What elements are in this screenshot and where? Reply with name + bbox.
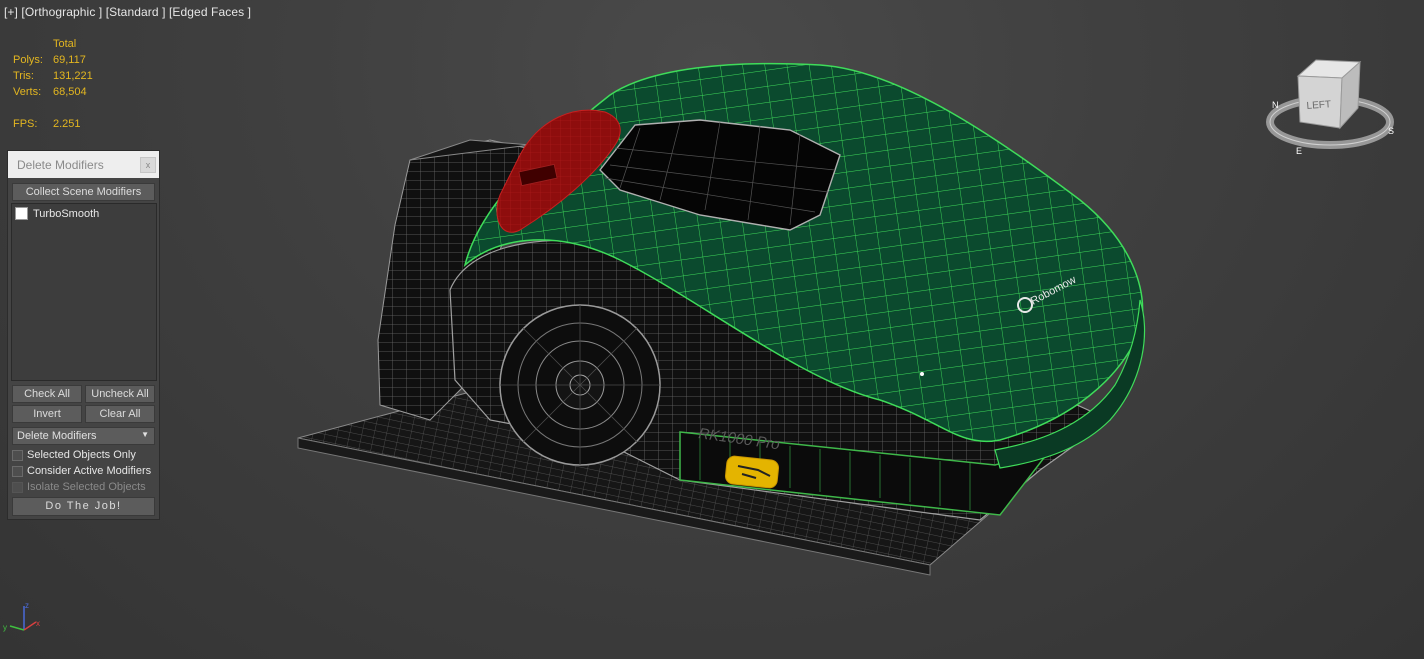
option-consider-active-modifiers[interactable]: Consider Active Modifiers [12,465,151,477]
stats-row-verts: Verts: 68,504 [13,86,87,98]
stats-row-fps: FPS: 2.251 [13,118,81,130]
viewport[interactable]: RK1000 Pro Robomow [+] [Orthographic] [… [0,0,1424,659]
yellow-display-label [724,455,780,489]
viewport-label[interactable]: [+] [Orthographic ] [Standard ] [Edged F… [4,5,251,19]
mower-model-viewport-render[interactable]: RK1000 Pro Robomow [0,0,1424,659]
panel-title-bar[interactable]: Delete Modifiers x [8,151,159,178]
delete-modifiers-panel: Delete Modifiers x Collect Scene Modifie… [7,150,160,520]
compass-label-e: E [1296,146,1302,156]
highlight-dot [920,372,924,376]
stats-row-tris: Tris: 131,221 [13,70,93,82]
chevron-down-icon: ▼ [141,430,149,439]
viewcube-face-label: LEFT [1306,99,1331,112]
axis-tripod: z x y [3,601,40,632]
z-axis-label: z [25,601,29,610]
isolate-selected-objects-checkbox [12,481,23,493]
stats-header: Total [53,38,77,50]
mode-dropdown[interactable]: Delete Modifiers ▼ [12,427,155,445]
scene-statistics: Total Polys: 69,117 Tris: 131,221 Verts:… [13,36,113,132]
list-item-checkbox[interactable] [15,207,28,220]
compass-label-s: S [1388,126,1394,136]
modifier-list[interactable]: TurboSmooth [11,203,157,381]
close-icon[interactable]: x [140,157,156,173]
list-item-label: TurboSmooth [33,207,100,220]
uncheck-all-button[interactable]: Uncheck All [85,385,155,403]
check-all-button[interactable]: Check All [12,385,82,403]
clear-all-button[interactable]: Clear All [85,405,155,423]
viewcube[interactable]: LEFT S E N [1266,56,1400,160]
option-selected-objects-only[interactable]: Selected Objects Only [12,449,136,461]
y-axis-line [9,625,25,631]
list-item[interactable]: TurboSmooth [15,207,99,220]
collect-scene-modifiers-button[interactable]: Collect Scene Modifiers [12,183,155,201]
do-the-job-button[interactable]: Do The Job! [12,497,155,516]
consider-active-modifiers-checkbox[interactable] [12,465,23,477]
y-axis-label: y [3,623,7,632]
compass-label-n: N [1272,100,1279,110]
option-isolate-selected-objects: Isolate Selected Objects [12,481,146,493]
x-axis-label: x [36,619,40,628]
x-axis-line [23,621,37,631]
panel-title: Delete Modifiers [17,158,104,172]
stats-row-polys: Polys: 69,117 [13,54,86,66]
selected-objects-only-checkbox[interactable] [12,449,23,461]
invert-button[interactable]: Invert [12,405,82,423]
mode-dropdown-value: Delete Modifiers [17,430,97,442]
rear-wheel [499,304,661,466]
